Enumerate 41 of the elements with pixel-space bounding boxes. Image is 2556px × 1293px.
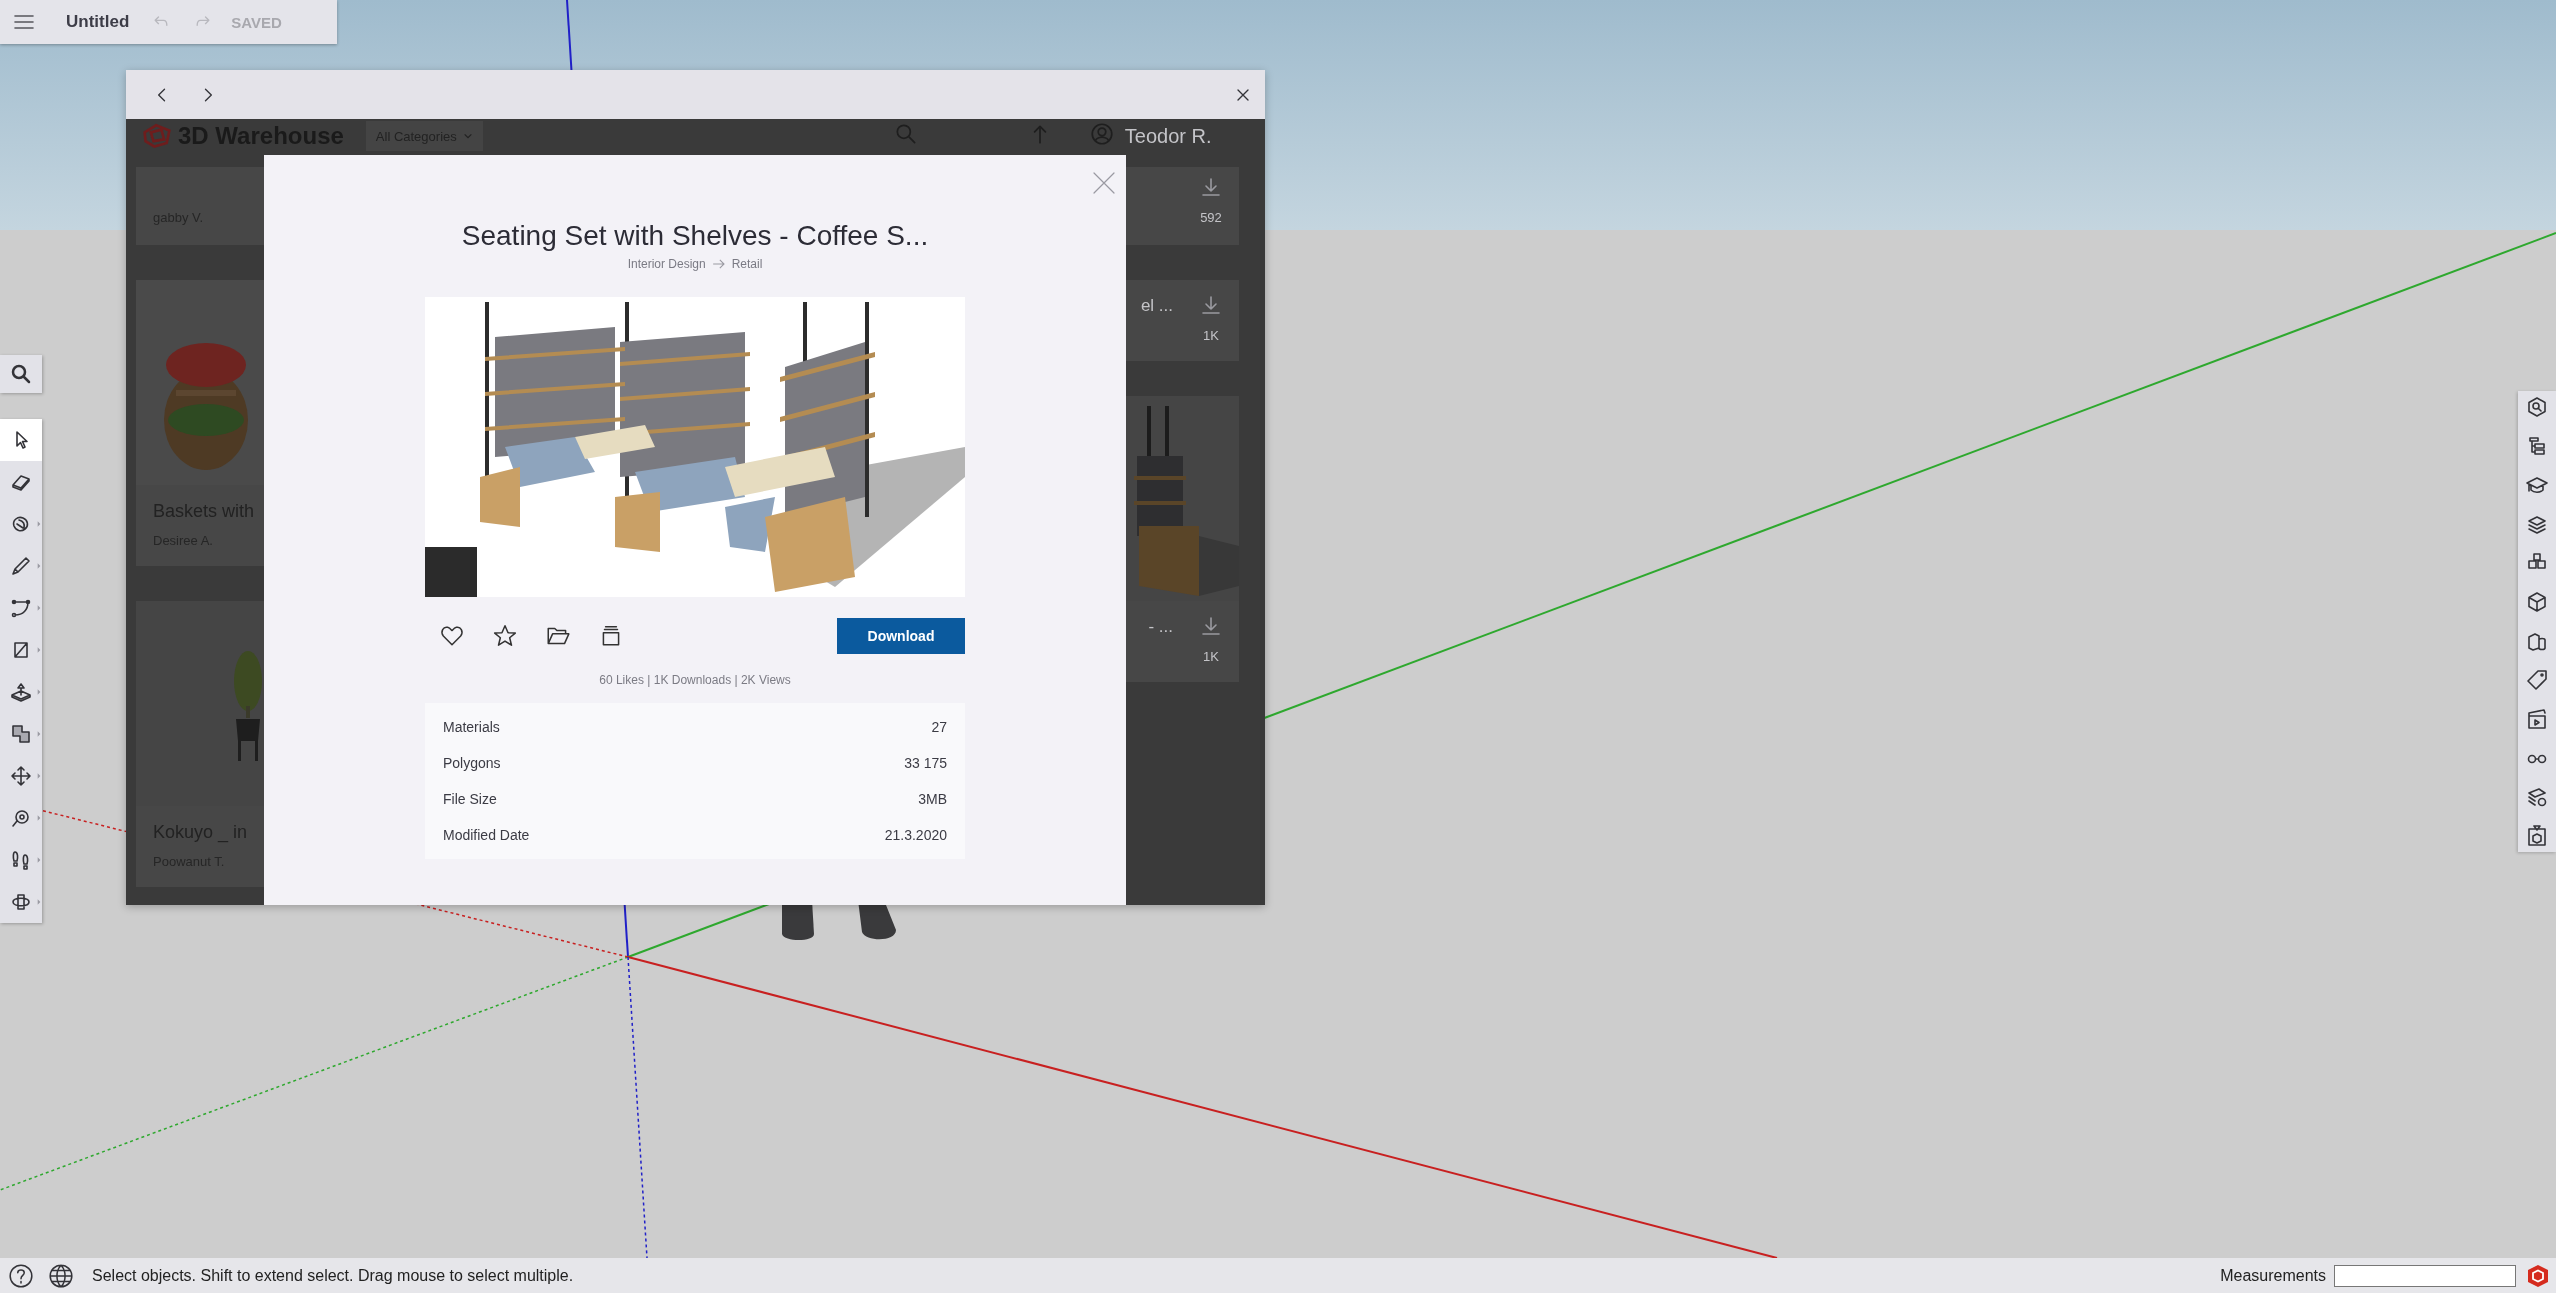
detail-value: 33 175 xyxy=(904,755,947,771)
move-icon xyxy=(9,764,33,788)
breadcrumb-link[interactable]: Retail xyxy=(731,257,763,271)
detail-label: Materials xyxy=(443,719,500,735)
star-icon[interactable] xyxy=(492,623,518,649)
detail-label: Modified Date xyxy=(443,827,530,843)
download-count: 1K xyxy=(1203,328,1219,343)
detail-value: 21.3.2020 xyxy=(884,827,947,843)
measurements-field[interactable] xyxy=(2334,1264,2516,1287)
tag-icon[interactable] xyxy=(2525,668,2549,692)
card-title[interactable]: - ... xyxy=(1148,615,1173,639)
model-stats: 60 Likes | 1K Downloads | 2K Views xyxy=(599,672,791,688)
detail-label: Polygons xyxy=(443,755,501,771)
offset-icon xyxy=(9,722,33,746)
globe-icon[interactable] xyxy=(48,1262,74,1289)
download-count: 592 xyxy=(1200,210,1222,225)
cube-icon[interactable] xyxy=(2525,590,2549,614)
clapperboard-icon[interactable] xyxy=(2525,707,2549,731)
pencil-icon xyxy=(9,554,33,578)
download-button[interactable]: Download xyxy=(837,618,965,654)
document-title: Untitled xyxy=(66,12,130,32)
breadcrumb-link[interactable]: Interior Design xyxy=(627,257,706,271)
model-title: Seating Set with Shelves - Coffee S... xyxy=(461,219,929,253)
status-hint: Select objects. Shift to extend select. Drag mouse to select multiple. xyxy=(92,1266,574,1285)
arrow-icon xyxy=(711,259,726,269)
card-title[interactable]: el ... xyxy=(1140,294,1173,318)
logo-icon[interactable] xyxy=(2526,1263,2550,1288)
measurements-label: Measurements xyxy=(2220,1266,2326,1285)
push-pull-icon xyxy=(9,680,33,704)
framed-cube-icon[interactable] xyxy=(2525,824,2549,848)
save-status: SAVED xyxy=(231,13,282,31)
search-icon xyxy=(9,362,33,386)
help-icon[interactable] xyxy=(8,1262,34,1289)
download-count: 1K xyxy=(1203,649,1219,664)
detail-value: 3MB xyxy=(918,791,947,807)
search-tool-button[interactable] xyxy=(0,355,42,393)
tool-button[interactable] xyxy=(0,419,42,461)
user-name[interactable]: Teodor R. xyxy=(1124,121,1212,151)
detail-value: 27 xyxy=(931,719,947,735)
detail-label: File Size xyxy=(443,791,497,807)
cube-search-icon[interactable] xyxy=(2525,395,2549,419)
